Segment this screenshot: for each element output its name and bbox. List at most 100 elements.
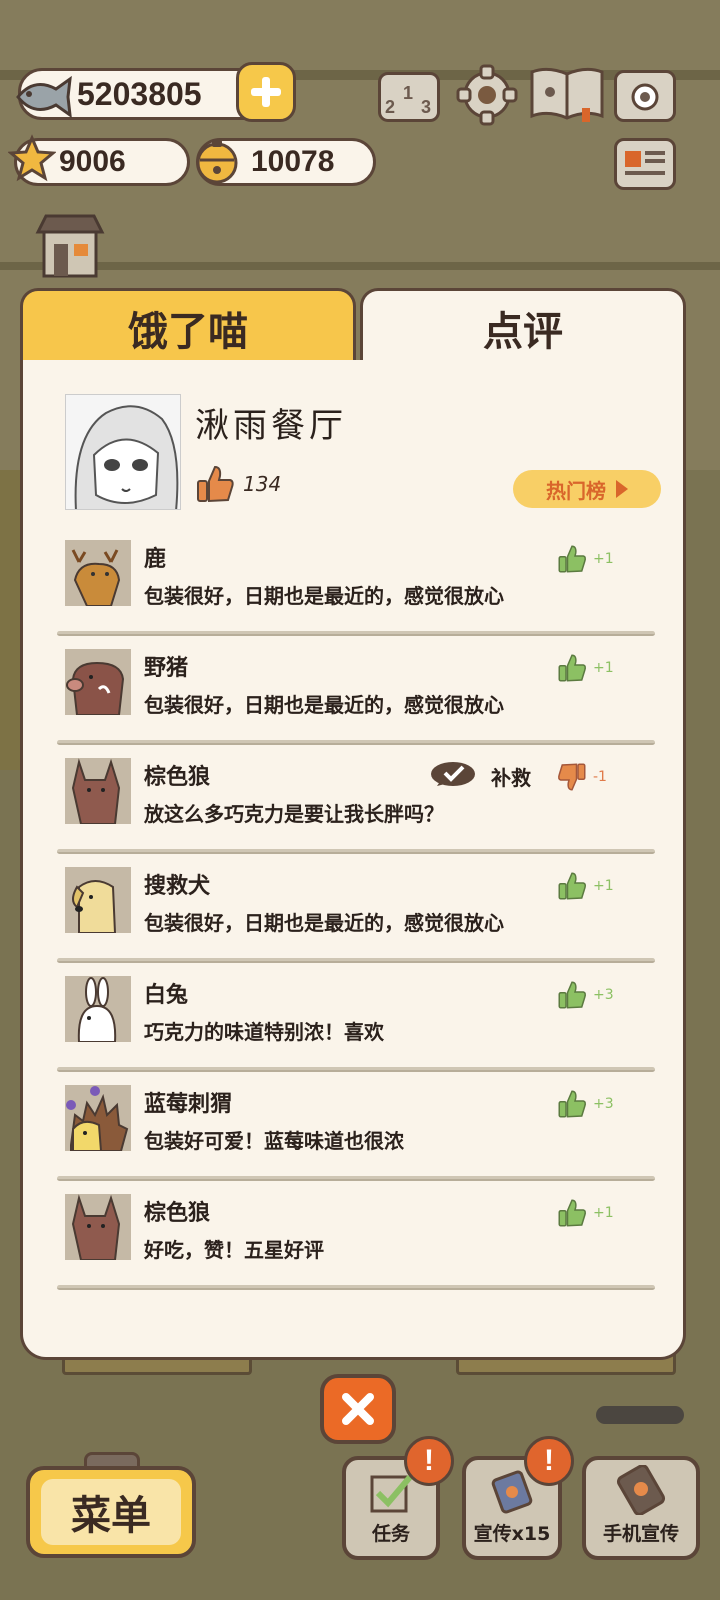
restaurant-profile: 湫雨餐厅 134 热门榜 [65,394,661,514]
add-fish-button[interactable] [236,62,296,122]
hot-list-label: 热门榜 [546,478,606,503]
tab-label: 饿了喵 [128,308,248,355]
gear-icon[interactable] [456,64,518,126]
reviewer-name: 棕色狼 [144,765,211,790]
review-text: 巧克力的味道特别浓！喜欢 [144,1020,384,1044]
alert-mark: ! [544,1444,554,1477]
thumbs-up-icon [558,654,586,682]
thumbs-up-icon [558,872,586,900]
hedgehog-avatar-icon [65,1085,131,1151]
review-score: +3 [557,980,614,1010]
reviewer-name: 蓝莓刺猬 [144,1092,233,1117]
review-item: 棕色狼 好吃，赞！五星好评 +1 [57,1190,657,1299]
divider [57,1067,655,1072]
fish-icon [16,75,72,119]
phone-promo-label: 手机宣传 [602,1523,679,1545]
review-text: 包装好可爱！蓝莓味道也很浓 [144,1129,404,1153]
score-value: -1 [593,769,607,785]
review-item: 白兔 巧克力的味道特别浓！喜欢 +3 [57,972,657,1081]
close-button[interactable] [320,1374,396,1444]
thumbs-down-icon [558,763,586,791]
review-score: +3 [557,1089,614,1119]
bell-icon [196,140,238,184]
shop-icon[interactable] [34,210,106,282]
thumbs-up-icon [197,465,234,503]
star-icon [8,134,56,182]
review-item: 棕色狼 放这么多巧克力是要让我长胖吗？ 补救 -1 [57,754,657,863]
review-text: 包装很好，日期也是最近的，感觉很放心 [144,584,504,608]
dog-avatar-icon [65,867,131,933]
reviewer-name: 白兔 [144,983,189,1008]
tab-reviews[interactable]: 点评 [360,288,686,364]
fish-count: 5203805 [77,75,202,112]
reviewer-name: 野猪 [144,656,189,681]
svg-text:3: 3 [421,97,431,117]
boar-avatar-icon [65,649,131,715]
hot-list-button[interactable]: 热门榜 [513,470,661,508]
divider [57,958,655,963]
remedy-button[interactable]: 补救 [429,760,531,792]
rabbit-avatar-icon [65,976,131,1042]
score-value: +1 [593,660,614,676]
task-check-icon [370,1475,413,1513]
camera-icon [631,83,659,111]
divider [57,631,655,636]
phone-promo-button[interactable]: 手机宣传 [582,1456,700,1560]
menu-label: 菜单 [71,1493,151,1539]
thumbs-up-icon [558,1090,586,1118]
reviews-panel: 湫雨餐厅 134 热门榜 鹿 包装很好，日期也是最近的，感觉很放心 +1 野猪 … [20,360,686,1360]
newspaper-icon [625,151,665,175]
close-icon [342,1393,374,1425]
wolf-avatar-icon [65,758,131,824]
play-arrow-icon [616,480,628,498]
score-value: +3 [593,987,614,1003]
scene-bar [596,1406,684,1424]
ranking-icon: 2 1 3 [385,83,431,117]
score-value: +1 [593,551,614,567]
newspaper-button[interactable] [614,138,676,190]
divider [57,849,655,854]
review-dialog: 饿了喵 点评 湫雨餐厅 134 热门榜 鹿 包装很好，日期也是最近的，感觉很放心… [20,288,686,1360]
score-value: +1 [593,878,614,894]
alert-mark: ! [424,1444,434,1477]
review-item: 蓝莓刺猬 包装好可爱！蓝莓味道也很浓 +3 [57,1081,657,1190]
review-score: +1 [557,1198,614,1228]
divider [57,1285,655,1290]
wolf-avatar-icon [65,1194,131,1260]
tasks-alert-badge: ! [404,1436,454,1486]
avatar [65,394,181,510]
divider [57,740,655,745]
score-value: +3 [593,1096,614,1112]
tasks-label: 任务 [371,1523,410,1545]
review-list: 鹿 包装很好，日期也是最近的，感觉很放心 +1 野猪 包装很好，日期也是最近的，… [57,536,657,1299]
paw-book-icon[interactable] [528,64,606,124]
ranking-button[interactable]: 2 1 3 [378,72,440,122]
review-item: 搜救犬 包装很好，日期也是最近的，感觉很放心 +1 [57,863,657,972]
svg-text:2: 2 [385,97,395,117]
camera-button[interactable] [614,70,676,122]
menu-button[interactable]: 菜单 [26,1466,196,1558]
phone-icon [616,1465,666,1515]
thumbs-up-icon [558,545,586,573]
chat-check-icon [431,762,475,786]
thumbs-up-icon [558,1199,586,1227]
avatar-image [66,395,180,509]
thumbs-up-icon [558,981,586,1009]
reviewer-name: 搜救犬 [144,874,211,899]
like-number: 134 [243,472,282,496]
remedy-label: 补救 [491,765,531,790]
promo-label: 宣传x15 [473,1523,551,1545]
deer-avatar-icon [65,540,131,606]
review-score: -1 [557,762,607,792]
score-value: +1 [593,1205,614,1221]
plus-icon [251,77,281,107]
review-text: 好吃，赞！五星好评 [144,1238,324,1262]
reviewer-name: 鹿 [144,547,167,572]
review-text: 放这么多巧克力是要让我长胖吗？ [144,802,444,826]
tab-ele-miao[interactable]: 饿了喵 [20,288,356,374]
review-score: +1 [557,871,614,901]
bell-count: 10078 [251,145,335,178]
review-text: 包装很好，日期也是最近的，感觉很放心 [144,911,504,935]
divider [57,1176,655,1181]
reviewer-name: 棕色狼 [144,1201,211,1226]
